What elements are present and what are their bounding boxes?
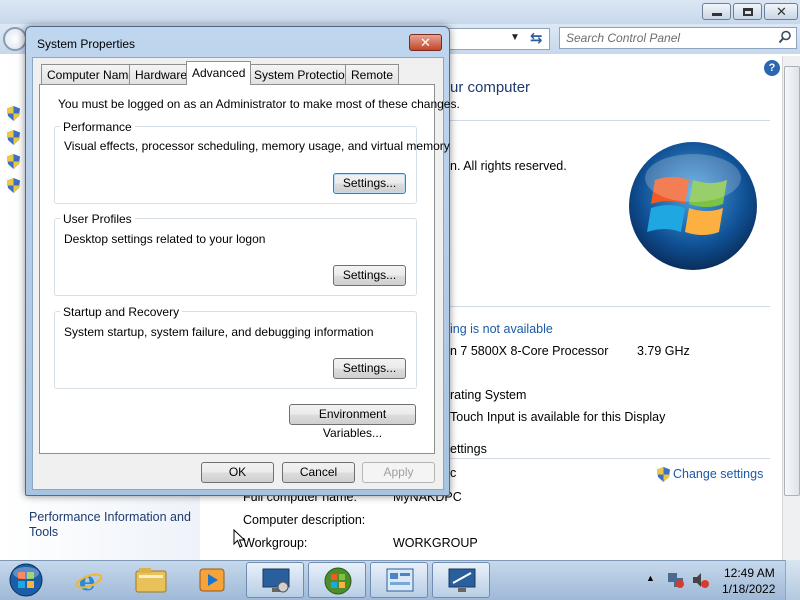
processor-speed: 3.79 GHz — [637, 344, 690, 358]
back-button[interactable] — [3, 27, 27, 51]
divider — [440, 458, 770, 459]
refresh-icon[interactable]: ⇆ — [530, 29, 548, 47]
mouse-cursor-icon — [233, 529, 246, 548]
shield-icon — [7, 106, 20, 121]
show-desktop-button[interactable] — [785, 560, 800, 600]
taskbar-media-player[interactable] — [184, 562, 242, 598]
shield-icon — [7, 178, 20, 193]
network-icon[interactable] — [667, 571, 685, 589]
apply-button[interactable]: Apply — [362, 462, 435, 483]
divider — [440, 120, 770, 121]
address-dropdown-icon[interactable]: ▼ — [510, 32, 520, 43]
taskbar-item-system[interactable] — [432, 562, 490, 598]
startup-recovery-description: System startup, system failure, and debu… — [64, 325, 374, 339]
media-player-icon — [199, 568, 225, 592]
rating-link[interactable]: ing is not available — [450, 322, 553, 336]
performance-tools-link-line1: Performance Information and — [29, 510, 191, 524]
processor-value: n 7 5800X 8-Core Processor — [450, 344, 609, 358]
svg-text:e: e — [79, 567, 96, 594]
windows-logo — [629, 142, 757, 270]
maximize-button[interactable] — [733, 3, 762, 20]
workgroup-value: WORKGROUP — [393, 536, 478, 550]
control-panel-titlebar — [0, 0, 800, 24]
system-properties-icon — [448, 568, 476, 592]
admin-notice: You must be logged on as an Administrato… — [58, 97, 460, 111]
minimize-button[interactable] — [702, 3, 731, 20]
clock-time[interactable]: 12:49 AM — [724, 566, 775, 580]
tab-advanced[interactable]: Advanced — [186, 61, 252, 85]
copyright-text: n. All rights reserved. — [450, 159, 567, 173]
page-heading: ur computer — [450, 79, 531, 96]
internet-explorer-icon: e — [75, 567, 103, 594]
change-settings-link[interactable]: Change settings — [673, 467, 763, 481]
control-panel-icon — [386, 568, 414, 592]
system-type-value: rating System — [450, 388, 527, 402]
taskbar-explorer[interactable] — [122, 562, 180, 598]
taskbar-item-remote[interactable] — [246, 562, 304, 598]
show-hidden-icons[interactable]: ▲ — [646, 573, 655, 583]
ok-button[interactable]: OK — [201, 462, 274, 483]
taskbar-item-control-panel[interactable] — [370, 562, 428, 598]
search-placeholder: Search Control Panel — [566, 31, 681, 45]
computer-name-value: c — [450, 466, 457, 480]
tab-hardware[interactable]: Hardware — [129, 64, 194, 84]
scrollbar-thumb[interactable] — [784, 66, 800, 496]
folder-icon — [135, 568, 167, 593]
taskbar-internet-explorer[interactable]: e — [60, 562, 118, 598]
dialog-title: System Properties — [37, 37, 136, 51]
start-button[interactable] — [6, 562, 46, 598]
shield-icon — [7, 130, 20, 145]
dialog-close-button[interactable]: ✕ — [409, 34, 442, 51]
shield-icon — [657, 467, 670, 482]
tab-system-protection[interactable]: System Protection — [248, 64, 358, 84]
taskbar-item-windows[interactable] — [308, 562, 366, 598]
pen-touch-value: Touch Input is available for this Displa… — [450, 410, 666, 424]
computer-settings-heading: ettings — [450, 442, 487, 456]
user-profiles-label: User Profiles — [60, 212, 135, 226]
startup-recovery-settings-button[interactable]: Settings... — [333, 358, 406, 379]
close-icon: ✕ — [420, 35, 431, 50]
windows-orb-icon — [324, 567, 352, 595]
divider — [440, 306, 770, 307]
tab-remote[interactable]: Remote — [345, 64, 400, 84]
performance-settings-button[interactable]: Settings... — [333, 173, 406, 194]
computer-description-label: Computer description: — [243, 513, 366, 527]
close-button[interactable]: ✕ — [764, 3, 798, 20]
performance-tools-link-line2: Tools — [29, 525, 59, 539]
environment-variables-button[interactable]: Environment Variables... — [289, 404, 416, 440]
maximize-icon — [743, 8, 753, 16]
performance-tools-link[interactable]: Performance Information and Tools — [29, 510, 191, 539]
help-icon[interactable]: ? — [764, 60, 780, 76]
tab-computer-name[interactable]: Computer Name — [41, 64, 142, 84]
monitor-icon — [262, 568, 290, 593]
performance-label: Performance — [60, 120, 135, 134]
user-profiles-settings-button[interactable]: Settings... — [333, 265, 406, 286]
close-icon: ✕ — [776, 4, 787, 19]
workgroup-label: Workgroup: — [243, 536, 308, 550]
search-input[interactable]: Search Control Panel — [559, 27, 797, 49]
vertical-scrollbar[interactable] — [782, 56, 800, 560]
search-icon[interactable] — [778, 30, 792, 44]
shield-icon — [7, 154, 20, 169]
minimize-icon — [712, 13, 722, 16]
user-profiles-description: Desktop settings related to your logon — [64, 232, 266, 246]
volume-icon[interactable] — [691, 571, 709, 589]
clock-date[interactable]: 1/18/2022 — [722, 582, 775, 596]
startup-recovery-label: Startup and Recovery — [60, 305, 183, 319]
cancel-button[interactable]: Cancel — [282, 462, 355, 483]
performance-description: Visual effects, processor scheduling, me… — [64, 139, 450, 153]
